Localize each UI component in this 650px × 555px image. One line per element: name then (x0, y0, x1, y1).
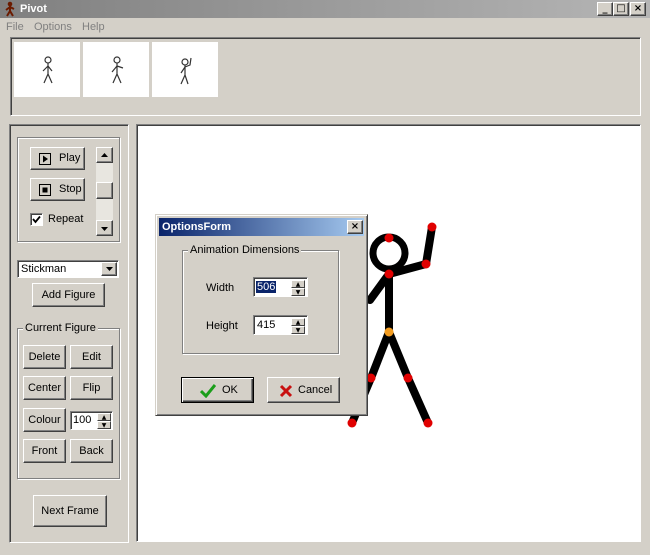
frames-panel (10, 37, 641, 116)
stickman-frame-icon (180, 57, 192, 85)
dimensions-group (182, 250, 339, 354)
center-button[interactable]: Center (23, 376, 66, 400)
scroll-thumb[interactable] (96, 182, 113, 199)
height-value: 415 (257, 319, 276, 331)
repeat-label: Repeat (48, 213, 84, 225)
stop-label: Stop (59, 183, 82, 195)
delete-button[interactable]: Delete (23, 345, 66, 369)
colour-label: Colour (28, 414, 61, 426)
close-button[interactable]: × (630, 2, 646, 16)
back-button[interactable]: Back (70, 439, 113, 463)
play-button[interactable]: Play (30, 147, 85, 170)
check-icon (200, 384, 216, 398)
height-down-button[interactable]: ▼ (291, 326, 305, 334)
stickman-frame-icon (42, 56, 53, 84)
width-value: 506 (256, 281, 277, 293)
dimensions-group-label: Animation Dimensions (188, 244, 302, 256)
stickman-app-icon (5, 1, 15, 17)
dialog-title-bar[interactable]: OptionsForm × (159, 218, 364, 236)
front-label: Front (31, 445, 58, 457)
cancel-label: Cancel (298, 384, 333, 396)
height-label: Height (206, 320, 238, 332)
figure-select-value: Stickman (21, 263, 67, 275)
center-label: Center (27, 382, 62, 394)
edit-label: Edit (82, 351, 101, 363)
scroll-down-button[interactable] (96, 220, 113, 236)
maximize-icon: □ (616, 3, 626, 14)
frame-thumbnail[interactable] (83, 42, 149, 97)
speed-scrollbar[interactable] (96, 147, 113, 236)
title-bar: Pivot _ □ × (0, 0, 650, 18)
cancel-button[interactable]: Cancel (267, 377, 340, 403)
size-stepper[interactable]: 100 ▲ ▼ (70, 411, 113, 430)
front-button[interactable]: Front (23, 439, 66, 463)
next-frame-label: Next Frame (41, 505, 99, 517)
minimize-icon: _ (602, 3, 608, 14)
chevron-down-icon (106, 267, 113, 271)
close-icon: × (633, 3, 643, 14)
dropdown-button[interactable] (101, 262, 117, 276)
menu-bar: File Options Help (0, 19, 650, 36)
check-icon (32, 215, 41, 224)
stop-button[interactable]: Stop (30, 178, 85, 201)
colour-button[interactable]: Colour (23, 408, 66, 432)
width-stepper[interactable]: 506 ▲ ▼ (253, 277, 308, 297)
width-label: Width (206, 282, 235, 294)
next-frame-button[interactable]: Next Frame (33, 495, 107, 527)
size-value: 100 (73, 414, 92, 426)
size-up-button[interactable]: ▲ (97, 413, 111, 421)
maximize-button[interactable]: □ (613, 2, 629, 16)
size-down-button[interactable]: ▼ (97, 421, 111, 429)
height-up-button[interactable]: ▲ (291, 318, 305, 326)
repeat-checkbox[interactable] (30, 213, 43, 226)
flip-label: Flip (82, 382, 101, 394)
menu-options[interactable]: Options (34, 21, 72, 33)
flip-button[interactable]: Flip (70, 376, 113, 400)
scroll-down-icon (101, 227, 108, 231)
ok-button[interactable]: OK (181, 377, 254, 403)
scroll-up-button[interactable] (96, 147, 113, 163)
minimize-button[interactable]: _ (597, 2, 613, 16)
dialog-title: OptionsForm (162, 221, 232, 233)
scroll-up-icon (101, 153, 108, 157)
delete-label: Delete (28, 351, 61, 363)
x-icon (279, 384, 293, 398)
frame-thumbnail[interactable] (14, 42, 80, 97)
height-stepper[interactable]: 415 ▲ ▼ (253, 315, 308, 335)
frame-thumbnail[interactable] (152, 42, 218, 97)
edit-button[interactable]: Edit (70, 345, 113, 369)
stickman-frame-icon (111, 56, 124, 84)
back-label: Back (79, 445, 104, 457)
dialog-close-button[interactable]: × (347, 220, 363, 234)
control-panel: Play Stop Repeat Stickman Add Figure Cur… (9, 124, 129, 543)
options-dialog: OptionsForm × Animation Dimensions Width… (155, 214, 368, 416)
play-label: Play (59, 152, 81, 164)
figure-select[interactable]: Stickman (17, 260, 119, 278)
window-title: Pivot (20, 3, 47, 15)
menu-help[interactable]: Help (82, 21, 105, 33)
add-figure-button[interactable]: Add Figure (32, 283, 105, 307)
stop-icon (39, 184, 51, 196)
width-down-button[interactable]: ▼ (291, 288, 305, 296)
ok-label: OK (222, 384, 238, 396)
play-icon (39, 153, 51, 165)
menu-file[interactable]: File (6, 21, 24, 33)
close-icon: × (350, 221, 360, 232)
add-figure-label: Add Figure (41, 289, 96, 301)
current-figure-label: Current Figure (23, 322, 98, 334)
width-up-button[interactable]: ▲ (291, 280, 305, 288)
